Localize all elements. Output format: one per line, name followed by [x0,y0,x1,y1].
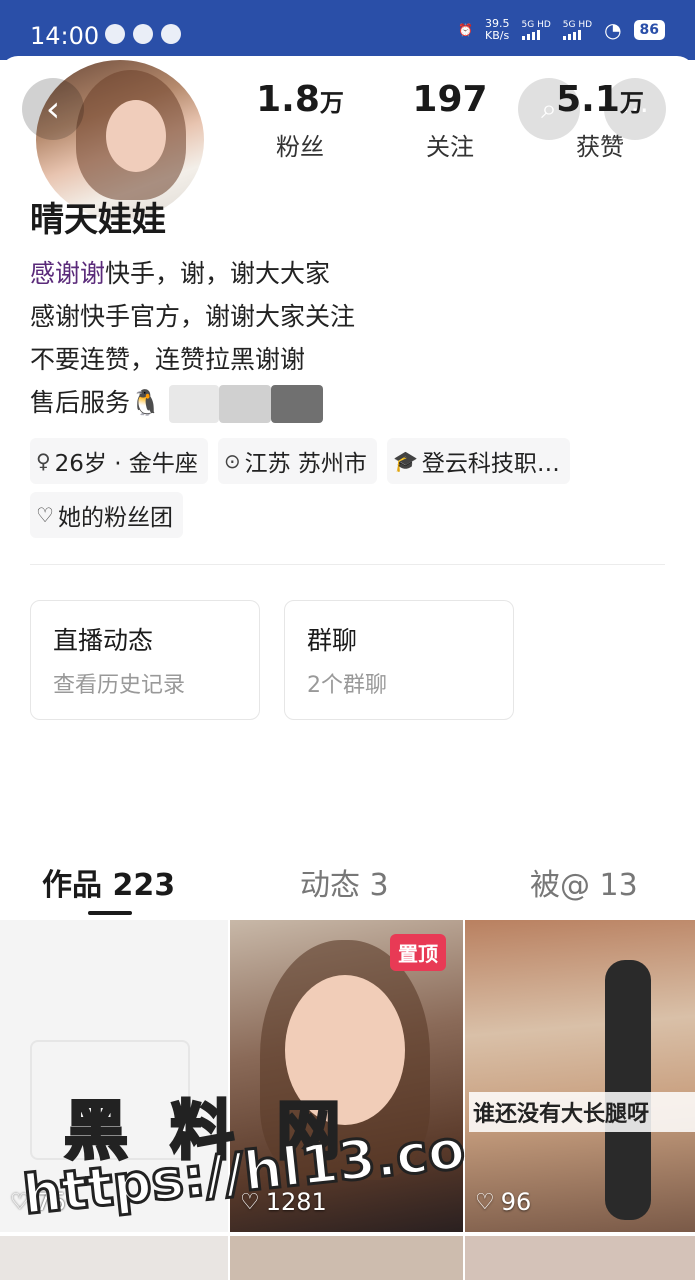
profile-nickname: 晴天娃娃 [30,200,166,240]
net-speed: 39.5 KB/s [485,17,510,42]
like-count: ♡ 75 [10,1188,67,1216]
stat-likes[interactable]: 5.1万 获赞 [540,78,660,162]
profile-tags: ♀ 26岁 · 金牛座 ⊙ 江苏 苏州市 🎓 登云科技职… [30,438,570,484]
alarm-icon: ⏰ [458,23,474,37]
video-grid: ♡ 75 置顶 ♡ 1281 谁还没有大长腿呀 ♡ 96 [0,920,695,1280]
signal-sim1: 5G HD [521,20,551,40]
content-tabs: 作品 223 动态 3 被@ 13 [0,856,695,916]
heart-icon: ♡ [475,1189,495,1215]
video-tile[interactable] [230,1236,463,1280]
notification-icon [161,24,181,44]
video-tile[interactable]: 置顶 ♡ 1281 [230,920,463,1232]
status-bar: 14:00 ⏰ 39.5 KB/s 5G HD 5G HD ◔ 86 [0,0,695,60]
stat-followers[interactable]: 1.8万 粉丝 [240,78,360,162]
tag-location[interactable]: ⊙ 江苏 苏州市 [217,438,377,484]
live-history-card[interactable]: 直播动态 查看历史记录 [30,600,260,720]
like-count: ♡ 1281 [240,1188,327,1216]
notification-icon [133,24,153,44]
video-tile[interactable]: ♡ 75 [0,920,228,1232]
signal-sim2: 5G HD [562,20,592,40]
status-time: 14:00 [30,22,100,50]
battery-indicator: 86 [633,20,665,40]
status-indicators: ⏰ 39.5 KB/s 5G HD 5G HD ◔ 86 [458,18,665,42]
signal-bars-icon [521,30,551,40]
video-tile[interactable] [0,1236,228,1280]
notification-icons [105,24,181,44]
video-caption: 谁还没有大长腿呀 [469,1092,695,1132]
video-tile[interactable] [465,1236,695,1280]
location-icon: ⊙ [223,449,241,473]
video-tile[interactable]: 谁还没有大长腿呀 ♡ 96 [465,920,695,1232]
profile-card: ‹ ⌕ ⋯ 1.8万 粉丝 197 关注 5.1万 获赞 晴天娃娃 感谢谢快手，… [0,56,695,1280]
heart-icon: ♡ [10,1189,30,1215]
heart-icon: ♡ [240,1189,260,1215]
school-icon: 🎓 [392,449,418,473]
heart-icon: ♡ [36,503,54,527]
group-chat-card[interactable]: 群聊 2个群聊 [284,600,514,720]
tab-works[interactable]: 作品 223 [42,860,175,904]
back-button[interactable]: ‹ [22,78,84,140]
chevron-left-icon: ‹ [45,88,61,130]
wifi-icon: ◔ [604,18,622,42]
tab-moments[interactable]: 动态 3 [300,860,389,904]
tag-school[interactable]: 🎓 登云科技职… [386,438,570,484]
signal-bars-icon [562,30,592,40]
tab-underline [88,911,132,915]
profile-bio: 感谢谢快手，谢，谢大大家 感谢快手官方，谢谢大家关注 不要连赞，连赞拉黑谢谢 售… [30,252,355,424]
stat-following[interactable]: 197 关注 [390,78,510,162]
like-count: ♡ 96 [475,1188,532,1216]
redacted-contact [169,385,220,423]
tag-age[interactable]: ♀ 26岁 · 金牛座 [30,438,208,484]
divider [30,564,665,565]
pinned-badge: 置顶 [390,934,446,971]
notification-icon [105,24,125,44]
female-icon: ♀ [36,449,51,473]
tab-mentions[interactable]: 被@ 13 [530,860,638,904]
fan-group-button[interactable]: ♡ 她的粉丝团 [30,492,183,538]
